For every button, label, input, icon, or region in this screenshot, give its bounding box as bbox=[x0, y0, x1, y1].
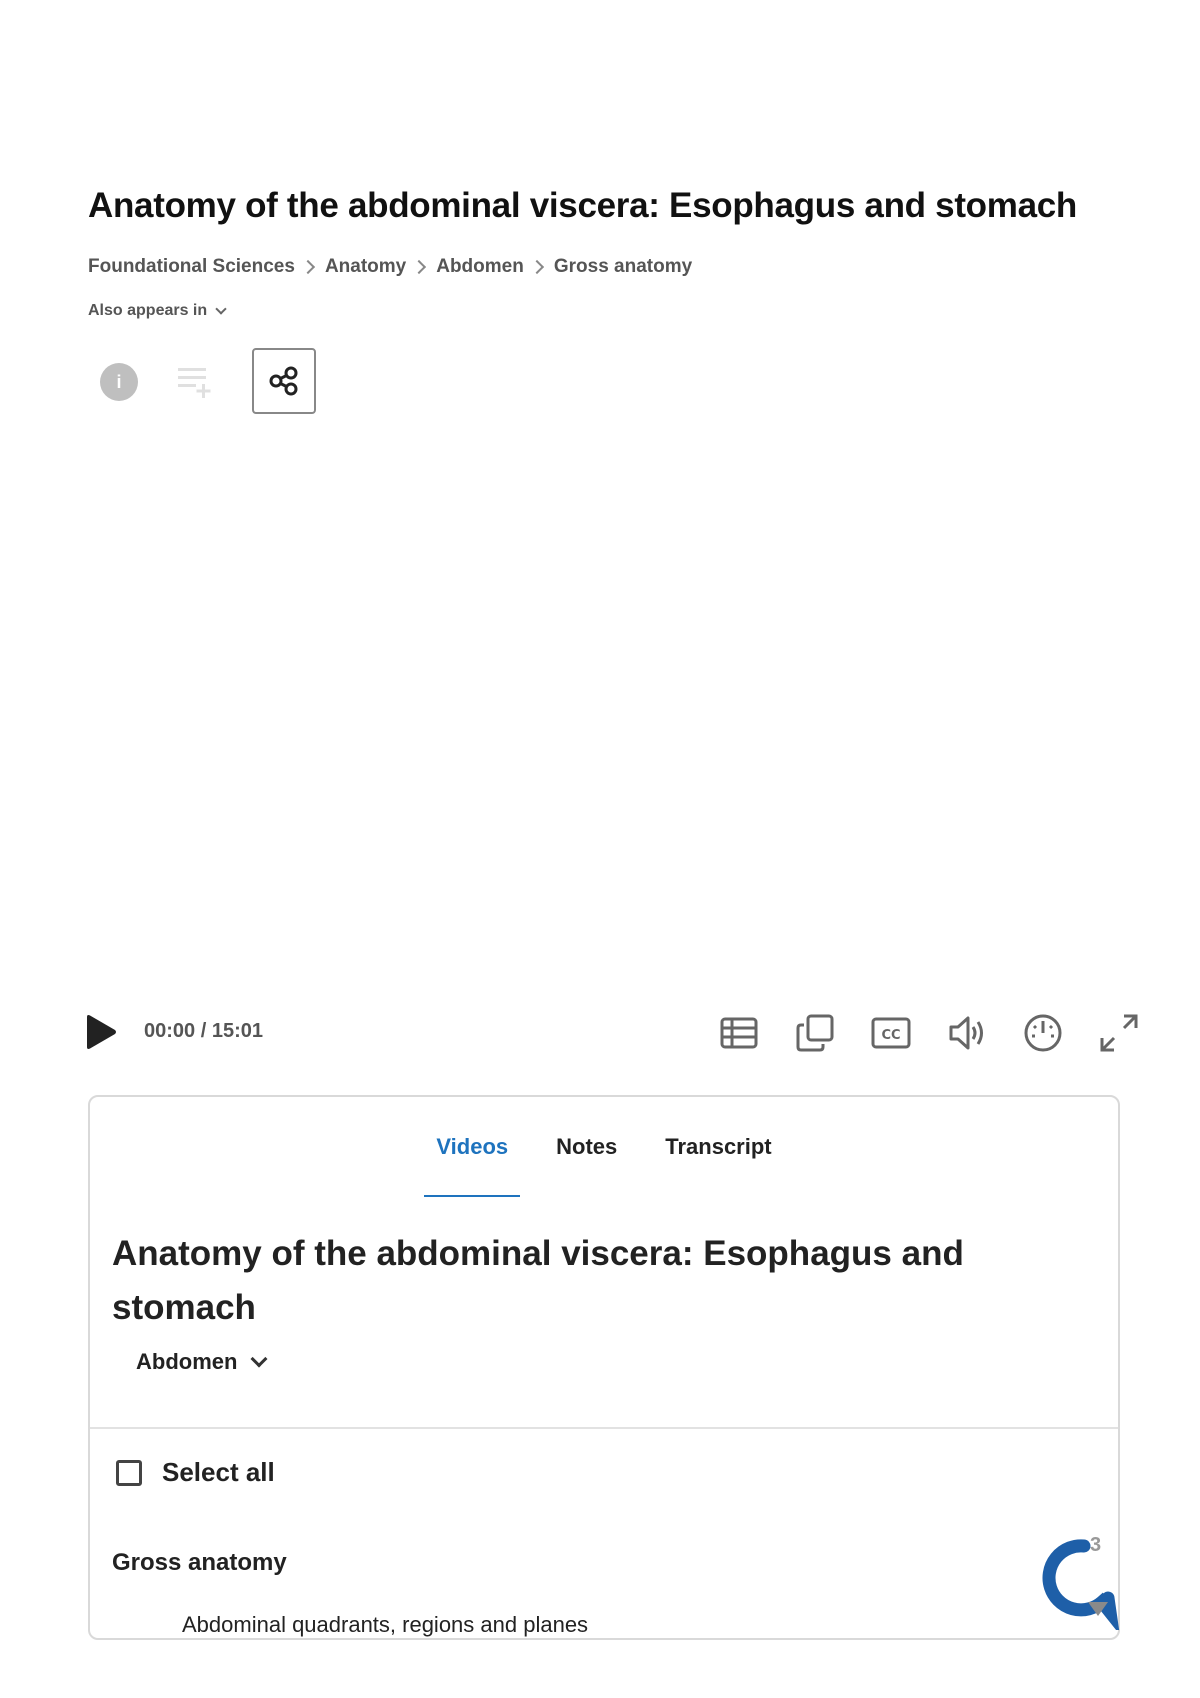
timecode: 00:00 / 15:01 bbox=[144, 1020, 263, 1042]
add-to-playlist-icon[interactable] bbox=[176, 362, 216, 402]
volume-icon[interactable] bbox=[946, 1012, 988, 1054]
page-title: Anatomy of the abdominal viscera: Esopha… bbox=[88, 186, 1077, 225]
tab-videos[interactable]: Videos bbox=[412, 1097, 532, 1197]
breadcrumb: Foundational Sciences Anatomy Abdomen Gr… bbox=[88, 256, 692, 278]
tab-notes[interactable]: Notes bbox=[532, 1097, 641, 1197]
also-appears-in-label: Also appears in bbox=[88, 302, 208, 319]
player-controls: 00:00 / 15:01 CC bbox=[84, 1008, 1144, 1058]
breadcrumb-item-anatomy[interactable]: Anatomy bbox=[325, 256, 406, 278]
table-of-contents-icon[interactable] bbox=[718, 1012, 760, 1054]
chat-notification-badge: 3 bbox=[1090, 1534, 1102, 1556]
chevron-right-icon bbox=[529, 259, 544, 275]
playback-speed-icon[interactable] bbox=[1022, 1012, 1064, 1054]
tab-transcript[interactable]: Transcript bbox=[641, 1097, 795, 1197]
chevron-down-icon bbox=[215, 302, 227, 315]
breadcrumb-item-foundational-sciences[interactable]: Foundational Sciences bbox=[88, 256, 295, 278]
video-side-panel: Videos Notes Transcript Anatomy of the a… bbox=[88, 1095, 1120, 1640]
panel-title: Anatomy of the abdominal viscera: Esopha… bbox=[112, 1234, 964, 1327]
fullscreen-icon[interactable] bbox=[1098, 1012, 1140, 1054]
chat-widget-icon[interactable] bbox=[1030, 1530, 1130, 1630]
picture-in-picture-icon[interactable] bbox=[794, 1012, 836, 1054]
topic-selector[interactable]: Abdomen bbox=[136, 1349, 268, 1375]
svg-text:CC: CC bbox=[881, 1028, 900, 1043]
chevron-down-icon bbox=[250, 1350, 268, 1368]
play-icon[interactable] bbox=[84, 1014, 118, 1050]
also-appears-in-toggle[interactable]: Also appears in bbox=[88, 302, 227, 320]
topic-selector-label: Abdomen bbox=[136, 1349, 238, 1374]
chevron-right-icon bbox=[300, 259, 316, 275]
select-all-checkbox[interactable]: Select all bbox=[116, 1457, 275, 1488]
share-icon bbox=[269, 366, 298, 396]
select-all-label: Select all bbox=[162, 1457, 275, 1487]
checkbox-icon[interactable] bbox=[116, 1459, 142, 1486]
video-player[interactable] bbox=[88, 430, 1120, 990]
chevron-right-icon bbox=[412, 259, 427, 275]
share-button[interactable] bbox=[252, 348, 316, 414]
group-heading: Gross anatomy bbox=[112, 1549, 287, 1576]
panel-tabs: Videos Notes Transcript bbox=[90, 1097, 1118, 1197]
divider bbox=[90, 1427, 1118, 1429]
breadcrumb-item-gross-anatomy[interactable]: Gross anatomy bbox=[554, 256, 692, 278]
scroll-down-icon[interactable] bbox=[1088, 1602, 1108, 1616]
list-item[interactable]: Abdominal quadrants, regions and planes bbox=[182, 1612, 588, 1638]
breadcrumb-item-abdomen[interactable]: Abdomen bbox=[436, 256, 524, 278]
closed-captions-icon[interactable]: CC bbox=[870, 1012, 912, 1054]
info-icon[interactable]: i bbox=[100, 363, 138, 401]
